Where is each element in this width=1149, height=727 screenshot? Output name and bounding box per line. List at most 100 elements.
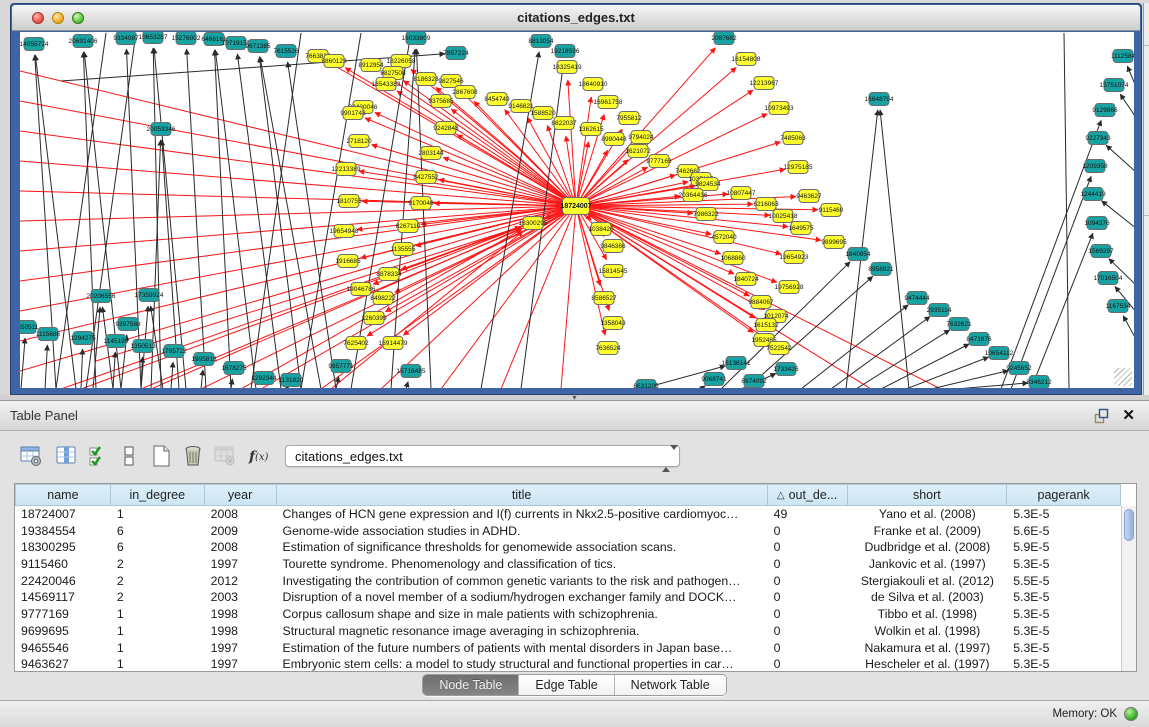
- graph-node[interactable]: 16648794: [869, 92, 890, 106]
- graph-node[interactable]: 20053346: [151, 122, 172, 136]
- graph-node[interactable]: 1145199: [106, 334, 127, 348]
- graph-node[interactable]: 17016504: [1098, 271, 1119, 285]
- graph-node[interactable]: 10025418: [773, 209, 794, 223]
- float-window-icon[interactable]: [1093, 408, 1109, 424]
- table-row[interactable]: 946554611997Estimation of the future num…: [15, 640, 1121, 657]
- graph-node[interactable]: 9068741: [704, 372, 725, 386]
- graph-node[interactable]: 2935114: [929, 303, 950, 317]
- resize-grip-icon[interactable]: [1114, 368, 1132, 386]
- graph-node[interactable]: 9899695: [824, 235, 845, 249]
- graph-node[interactable]: 9146821: [511, 99, 532, 113]
- graph-node[interactable]: 7615526: [276, 44, 297, 58]
- table-row[interactable]: 1872400712008Changes of HCN gene express…: [15, 506, 1121, 523]
- graph-node[interactable]: 15276002: [176, 32, 197, 45]
- column-header-in_degree[interactable]: in_degree: [111, 484, 205, 506]
- select-all-check-button[interactable]: [84, 441, 114, 471]
- graph-node[interactable]: 18325419: [557, 60, 578, 74]
- table-row[interactable]: 1830029562008Estimation of significance …: [15, 539, 1121, 556]
- graph-node[interactable]: 9350511: [20, 320, 37, 334]
- graph-node[interactable]: 9777169: [649, 154, 670, 168]
- graph-node[interactable]: 7636524: [598, 341, 619, 355]
- table-row[interactable]: 946362711997Embryonic stem cells: a mode…: [15, 656, 1121, 672]
- column-header-name[interactable]: name: [15, 484, 111, 506]
- graph-node[interactable]: 2087682: [714, 32, 735, 45]
- graph-node[interactable]: 9846366: [603, 239, 624, 253]
- column-header-pagerank[interactable]: pagerank: [1007, 484, 1121, 506]
- graph-node[interactable]: 16961758: [598, 95, 619, 109]
- graph-node[interactable]: 16136141: [726, 356, 747, 370]
- tab-edge-table[interactable]: Edge Table: [518, 675, 613, 695]
- graph-node[interactable]: 7986322: [696, 207, 717, 221]
- graph-node[interactable]: 9463627: [799, 189, 820, 203]
- graph-node[interactable]: 16543382: [376, 77, 397, 91]
- graph-node[interactable]: 8186328: [416, 72, 437, 86]
- delete-trash-button[interactable]: [178, 441, 208, 471]
- graph-node[interactable]: 8427552: [416, 170, 437, 184]
- graph-node[interactable]: 15814545: [603, 264, 624, 278]
- graph-hub-node[interactable]: 18724007: [562, 197, 590, 215]
- graph-node[interactable]: 10653287: [143, 32, 164, 44]
- graph-node[interactable]: 7955812: [619, 111, 640, 125]
- graph-node[interactable]: 7485063: [783, 131, 804, 145]
- graph-node[interactable]: 1810755: [339, 194, 360, 208]
- new-document-button[interactable]: [146, 441, 176, 471]
- graph-node[interactable]: 9170046: [411, 196, 432, 210]
- window-title-bar[interactable]: citations_edges.txt: [12, 5, 1140, 31]
- graph-node[interactable]: 9901743: [343, 106, 364, 120]
- graph-node[interactable]: 18300295: [523, 216, 544, 230]
- graph-node[interactable]: 9129966: [1095, 103, 1116, 117]
- graph-node[interactable]: 1358043: [603, 316, 624, 330]
- graph-node[interactable]: 1615132: [756, 318, 777, 332]
- tab-network-table[interactable]: Network Table: [614, 675, 726, 695]
- graph-node[interactable]: 9794024: [631, 130, 652, 144]
- graph-node[interactable]: 7857224: [446, 46, 467, 60]
- tab-node-table[interactable]: Node Table: [423, 675, 518, 695]
- graph-node[interactable]: 8813054: [531, 34, 552, 48]
- graph-node[interactable]: 7625402: [346, 336, 367, 350]
- clear-selection-button[interactable]: [114, 441, 144, 471]
- graph-node[interactable]: 12975185: [788, 160, 809, 174]
- graph-node[interactable]: 8586527: [594, 291, 615, 305]
- graph-node[interactable]: 20206556: [91, 289, 112, 303]
- graph-node[interactable]: 8878334: [379, 267, 400, 281]
- table-row[interactable]: 969969511998Structural magnetic resonanc…: [15, 623, 1121, 640]
- graph-node[interactable]: 1209358: [1085, 159, 1106, 173]
- graph-node[interactable]: 8822037: [554, 116, 575, 130]
- graph-node[interactable]: 1362615: [581, 122, 602, 136]
- graph-node[interactable]: 8267110: [398, 219, 419, 233]
- graph-node[interactable]: 9375685: [431, 94, 452, 108]
- column-header-year[interactable]: year: [205, 484, 277, 506]
- graph-node[interactable]: 1038420: [591, 222, 612, 236]
- graph-node[interactable]: 1094376: [1087, 216, 1108, 230]
- graph-node[interactable]: 8974092: [744, 374, 765, 388]
- function-builder-button[interactable]: f(x): [244, 441, 274, 471]
- graph-node[interactable]: 18640910: [583, 77, 604, 91]
- graph-node[interactable]: 1115686: [38, 327, 59, 341]
- table-row[interactable]: 1456911722003Disruption of a novel membe…: [15, 589, 1121, 606]
- graph-node[interactable]: 15716485: [401, 364, 422, 378]
- graph-node[interactable]: 9397588: [118, 317, 139, 331]
- graph-node[interactable]: 9474444: [907, 291, 928, 305]
- graph-node[interactable]: 1678275: [224, 361, 245, 375]
- network-canvas[interactable]: 1872400718300295140557242069140693340871…: [20, 32, 1134, 388]
- scrollbar-thumb[interactable]: [1124, 509, 1134, 541]
- graph-node[interactable]: 1068860: [723, 251, 744, 265]
- graph-node[interactable]: 8346212: [1029, 375, 1050, 388]
- graph-node[interactable]: 9884067: [751, 295, 772, 309]
- vertical-scrollbar[interactable]: [1121, 506, 1136, 671]
- graph-node[interactable]: 16033809: [406, 32, 427, 45]
- graph-node[interactable]: 16154808: [736, 52, 757, 66]
- close-panel-icon[interactable]: ✕: [1122, 406, 1135, 424]
- table-row[interactable]: 911546021997Tourette syndrome. Phenomeno…: [15, 556, 1121, 573]
- graph-node[interactable]: 1588520: [533, 106, 554, 120]
- graph-node[interactable]: 9242848: [436, 121, 457, 135]
- graph-node[interactable]: 14055724: [24, 37, 45, 51]
- graph-node[interactable]: 19756928: [779, 280, 800, 294]
- graph-node[interactable]: 9245652: [1009, 361, 1030, 375]
- graph-node[interactable]: 9227343: [1088, 131, 1109, 145]
- graph-node[interactable]: 1294275: [73, 331, 94, 345]
- graph-node[interactable]: 1244419: [1083, 187, 1104, 201]
- graph-node[interactable]: 1840954: [848, 247, 869, 261]
- graph-node[interactable]: 9857771: [331, 359, 352, 373]
- graph-node[interactable]: 8454749: [487, 92, 508, 106]
